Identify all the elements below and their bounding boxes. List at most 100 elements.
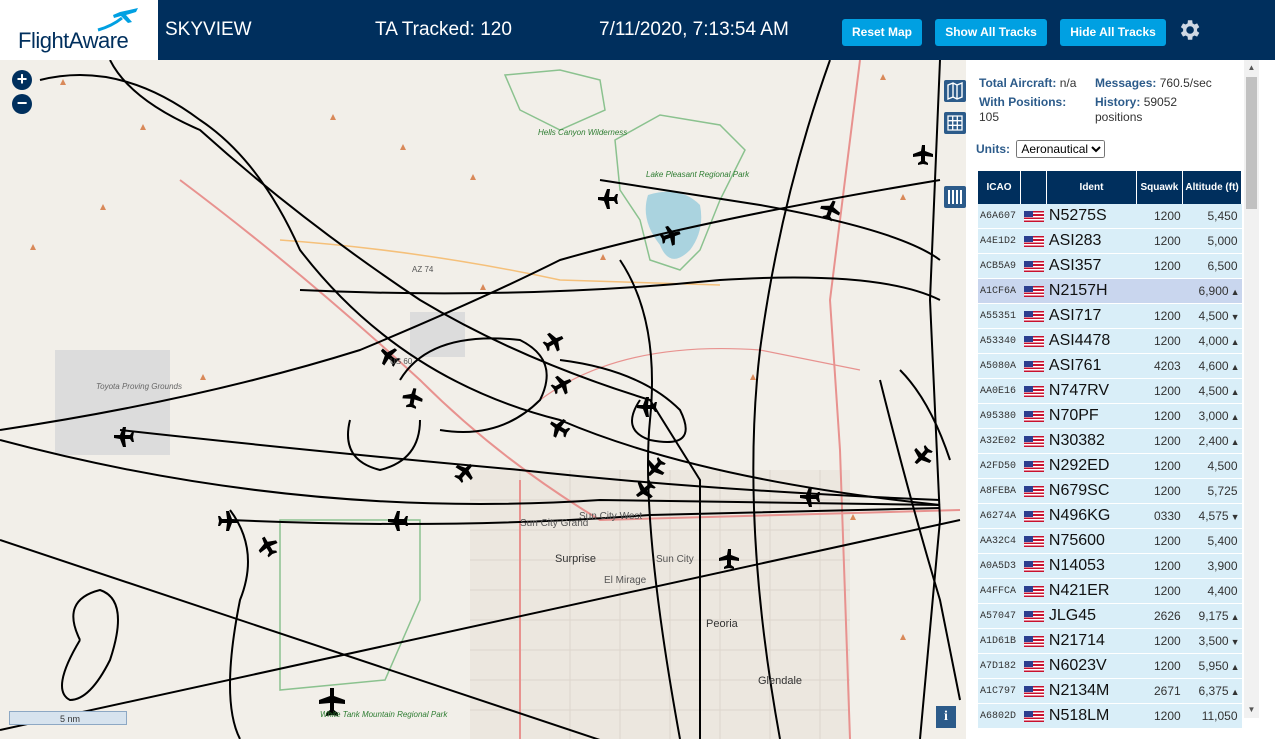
logo-text: FlightAware bbox=[18, 28, 129, 53]
table-row[interactable]: A6802D N518LM 1200 11,050 bbox=[978, 703, 1242, 729]
hide-all-tracks-button[interactable]: Hide All Tracks bbox=[1060, 19, 1166, 46]
altitude-cell: 4,500 ▲ bbox=[1182, 378, 1242, 404]
flag-cell bbox=[1020, 703, 1047, 729]
table-row[interactable]: A1C797 N2134M 2671 6,375 ▲ bbox=[978, 678, 1242, 704]
flag-cell bbox=[1020, 628, 1047, 654]
ident-cell: N518LM bbox=[1046, 703, 1137, 729]
table-row[interactable]: A53340 ASI4478 1200 4,000 ▲ bbox=[978, 328, 1242, 354]
col-altitude[interactable]: Altitude (ft) bbox=[1182, 171, 1242, 204]
altitude-cell: 9,175 ▲ bbox=[1182, 603, 1242, 629]
icao-cell: A6A607 bbox=[978, 204, 1021, 229]
altitude-value: 4,600 bbox=[1198, 359, 1229, 373]
table-row[interactable]: A1CF6A N2157H 6,900 ▲ bbox=[978, 278, 1242, 304]
altitude-value: 4,500 bbox=[1198, 384, 1229, 398]
toyota-label: Toyota Proving Grounds bbox=[96, 382, 182, 391]
us60-label: US 60 bbox=[390, 357, 413, 366]
ident-cell: JLG45 bbox=[1046, 603, 1137, 629]
aircraft-table-body: A6A607 N5275S 1200 5,450 A4E1D2 ASI283 1200 5,0… bbox=[978, 204, 1242, 729]
altitude-value: 5,000 bbox=[1207, 234, 1238, 248]
icao-cell: A0A5D3 bbox=[978, 553, 1021, 579]
ident-cell: ASI283 bbox=[1046, 228, 1137, 254]
urban-area bbox=[470, 470, 850, 739]
col-ident[interactable]: Ident bbox=[1046, 171, 1137, 204]
columns-toggle-button[interactable] bbox=[944, 186, 966, 208]
glendale-label: Glendale bbox=[758, 675, 803, 687]
us60-highway bbox=[179, 179, 961, 522]
table-row[interactable]: A8FEBA N679SC 1200 5,725 bbox=[978, 478, 1242, 504]
scroll-down-icon[interactable]: ▼ bbox=[1246, 704, 1257, 716]
gray-area bbox=[410, 312, 465, 357]
altitude-value: 6,900 bbox=[1198, 284, 1229, 298]
flag-cell bbox=[1020, 603, 1047, 629]
squawk-cell: 1200 bbox=[1136, 228, 1183, 254]
col-squawk[interactable]: Squawk bbox=[1136, 171, 1184, 204]
table-row[interactable]: A55351 ASI717 1200 4,500 ▼ bbox=[978, 303, 1242, 329]
total-aircraft-label: Total Aircraft: bbox=[979, 76, 1057, 90]
el-mirage-label: El Mirage bbox=[604, 575, 647, 586]
show-all-tracks-button[interactable]: Show All Tracks bbox=[935, 19, 1047, 46]
table-row[interactable]: A2FD50 N292ED 1200 4,500 bbox=[978, 453, 1242, 479]
scroll-up-icon[interactable]: ▲ bbox=[1246, 62, 1257, 74]
flag-cell bbox=[1020, 253, 1047, 279]
table-row[interactable]: A1D61B N21714 1200 3,500 ▼ bbox=[978, 628, 1242, 654]
us-flag-icon bbox=[1023, 486, 1044, 498]
table-row[interactable]: A0A5D3 N14053 1200 3,900 bbox=[978, 553, 1242, 579]
flag-cell bbox=[1020, 353, 1047, 379]
table-row[interactable]: A6A607 N5275S 1200 5,450 bbox=[978, 204, 1242, 229]
zoom-in-button[interactable]: + bbox=[12, 70, 32, 90]
table-row[interactable]: A7D182 N6023V 1200 5,950 ▲ bbox=[978, 653, 1242, 679]
ident-cell: N70PF bbox=[1046, 403, 1137, 429]
scrollbar-thumb[interactable] bbox=[1246, 77, 1257, 209]
az74-label: AZ 74 bbox=[412, 265, 434, 274]
ident-cell: ASI761 bbox=[1046, 353, 1137, 379]
top-bar: FlightAware SKYVIEW TA Tracked: 120 7/11… bbox=[0, 0, 1275, 60]
table-row[interactable]: A57047 JLG45 2626 9,175 ▲ bbox=[978, 603, 1242, 629]
col-icao[interactable]: ICAO bbox=[978, 171, 1022, 204]
az-road bbox=[539, 347, 861, 401]
table-row[interactable]: A95380 N70PF 1200 3,000 ▲ bbox=[978, 403, 1242, 429]
altitude-cell: 3,000 ▲ bbox=[1182, 403, 1242, 429]
grid-icon bbox=[947, 115, 963, 131]
columns-icon bbox=[948, 190, 962, 204]
table-row[interactable]: A4FFCA N421ER 1200 4,400 bbox=[978, 578, 1242, 604]
app-title: SKYVIEW bbox=[165, 19, 252, 40]
us-flag-icon bbox=[1023, 411, 1044, 423]
ident-cell: N2157H bbox=[1046, 278, 1137, 304]
units-select[interactable]: Aeronautical bbox=[1016, 140, 1106, 158]
us-flag-icon bbox=[1023, 336, 1044, 348]
zoom-out-button[interactable]: − bbox=[12, 94, 32, 114]
scale-bar: 5 nm bbox=[9, 711, 127, 725]
squawk-cell: 1200 bbox=[1136, 428, 1183, 454]
gear-icon[interactable] bbox=[1176, 17, 1202, 43]
table-row[interactable]: A32E02 N30382 1200 2,400 ▲ bbox=[978, 428, 1242, 454]
table-row[interactable]: ACB5A9 ASI357 1200 6,500 bbox=[978, 253, 1242, 279]
map-layers-button[interactable] bbox=[944, 80, 966, 102]
table-row[interactable]: A5080A ASI761 4203 4,600 ▲ bbox=[978, 353, 1242, 379]
altitude-value: 4,500 bbox=[1207, 459, 1238, 473]
altitude-trend-icon: ▲ bbox=[1230, 387, 1240, 397]
flag-cell bbox=[1020, 204, 1047, 229]
col-flag[interactable] bbox=[1020, 171, 1048, 204]
reset-map-button[interactable]: Reset Map bbox=[842, 19, 922, 46]
altitude-cell: 5,000 bbox=[1182, 228, 1242, 254]
table-row[interactable]: A4E1D2 ASI283 1200 5,000 bbox=[978, 228, 1242, 254]
icao-cell: A95380 bbox=[978, 403, 1021, 429]
altitude-cell: 6,900 ▲ bbox=[1182, 278, 1242, 304]
table-row[interactable]: AA0E16 N747RV 1200 4,500 ▲ bbox=[978, 378, 1242, 404]
altitude-cell: 11,050 bbox=[1182, 703, 1242, 729]
table-row[interactable]: A6274A N496KG 0330 4,575 ▼ bbox=[978, 503, 1242, 529]
ident-cell: N5275S bbox=[1046, 204, 1137, 229]
map-view[interactable]: Hells Canyon Wilderness Lake Pleasant Re… bbox=[0, 60, 966, 739]
squawk-cell: 1200 bbox=[1136, 253, 1183, 279]
grid-toggle-button[interactable] bbox=[944, 112, 966, 134]
table-row[interactable]: AA32C4 N75600 1200 5,400 bbox=[978, 528, 1242, 554]
altitude-cell: 5,725 bbox=[1182, 478, 1242, 504]
flag-cell bbox=[1020, 578, 1047, 604]
flightaware-logo[interactable]: FlightAware bbox=[0, 0, 158, 60]
us-flag-icon bbox=[1023, 386, 1044, 398]
us-flag-icon bbox=[1023, 636, 1044, 648]
squawk-cell: 1200 bbox=[1136, 328, 1183, 354]
white-tank-label: White Tank Mountain Regional Park bbox=[320, 710, 448, 719]
flag-cell bbox=[1020, 478, 1047, 504]
info-button[interactable]: i bbox=[936, 706, 956, 728]
